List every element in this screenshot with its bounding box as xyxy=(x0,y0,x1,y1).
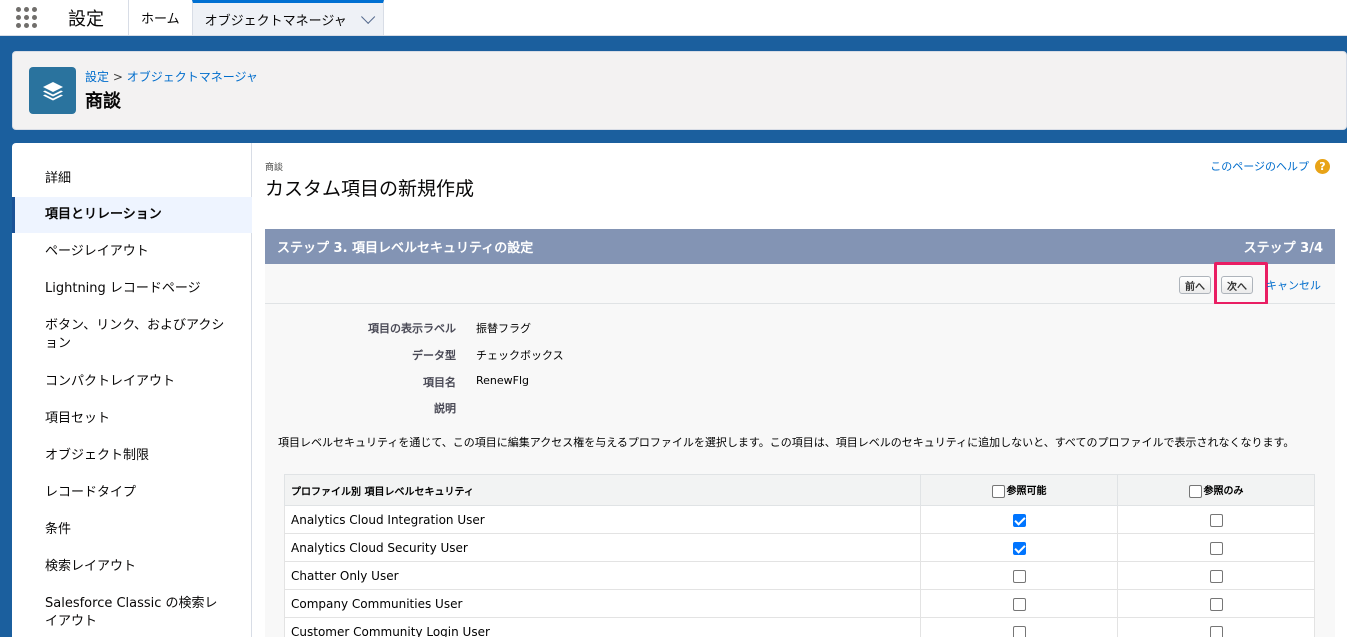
breadcrumb: 設定 > オブジェクトマネージャ xyxy=(85,68,258,85)
layers-icon xyxy=(29,67,76,114)
readonly-column-header: 参照のみ xyxy=(1117,474,1315,506)
object-sidebar: 詳細 項目とリレーション ページレイアウト Lightning レコードページ … xyxy=(12,143,252,637)
readonly-select-all-checkbox[interactable] xyxy=(1188,484,1202,498)
sidebar-item-record-types[interactable]: レコードタイプ xyxy=(12,484,252,502)
table-row: Customer Community Login User xyxy=(284,617,1315,637)
readonly-checkbox[interactable] xyxy=(1209,513,1223,527)
object-title: 商談 xyxy=(85,91,121,112)
help-link-label: このページのヘルプ xyxy=(1210,160,1309,173)
visible-checkbox[interactable] xyxy=(1012,625,1026,637)
sidebar-item-details[interactable]: 詳細 xyxy=(12,170,252,188)
table-row: Chatter Only User xyxy=(284,561,1315,590)
app-launcher-button[interactable] xyxy=(0,0,52,35)
readonly-checkbox[interactable] xyxy=(1209,597,1223,611)
help-icon: ? xyxy=(1315,158,1330,174)
breadcrumb-setup-link[interactable]: 設定 xyxy=(85,70,109,84)
app-launcher-icon xyxy=(15,7,37,28)
field-name-value: RenewFlg xyxy=(476,374,530,387)
sidebar-item-page-layouts[interactable]: ページレイアウト xyxy=(12,243,252,261)
app-name: 設定 xyxy=(68,8,104,30)
sidebar-item-search-layouts[interactable]: 検索レイアウト xyxy=(12,558,252,576)
previous-button[interactable]: 前へ xyxy=(1179,276,1211,294)
tab-home[interactable]: ホーム xyxy=(128,0,192,35)
field-level-security-table: プロファイル別 項目レベルセキュリティ 参照可能 参照のみ Analytics … xyxy=(284,474,1315,637)
sidebar-item-buttons-links-actions[interactable]: ボタン、リンク、およびアクション xyxy=(12,317,227,353)
field-name-label: 項目名 xyxy=(423,376,456,389)
main-panel: 詳細 項目とリレーション ページレイアウト Lightning レコードページ … xyxy=(12,143,1347,637)
visible-column-header: 参照可能 xyxy=(920,474,1118,506)
sidebar-item-fields-relationships[interactable]: 項目とリレーション xyxy=(12,197,252,233)
sidebar-item-classic-search-layouts[interactable]: Salesforce Classic の検索レイアウト xyxy=(12,595,227,631)
help-link[interactable]: このページのヘルプ ? xyxy=(1210,158,1330,174)
breadcrumb-separator: > xyxy=(109,70,127,84)
sidebar-item-lightning-record-pages[interactable]: Lightning レコードページ xyxy=(12,280,252,298)
object-header: 設定 > オブジェクトマネージャ 商談 xyxy=(12,51,1347,130)
field-label-value: 振替フラグ xyxy=(476,322,531,335)
visible-column-label: 参照可能 xyxy=(1006,486,1047,498)
tab-object-manager[interactable]: オブジェクトマネージャ xyxy=(191,0,384,35)
step-body: 項目の表示ラベル 振替フラグ データ型 チェックボックス 項目名 RenewFl… xyxy=(265,304,1335,637)
table-header-row: プロファイル別 項目レベルセキュリティ 参照可能 参照のみ xyxy=(284,474,1315,506)
readonly-checkbox[interactable] xyxy=(1209,541,1223,555)
profile-name: Company Communities User xyxy=(284,589,921,618)
object-label-small: 商談 xyxy=(265,163,284,173)
readonly-column-label: 参照のみ xyxy=(1203,486,1244,498)
visible-select-all-checkbox[interactable] xyxy=(991,484,1005,498)
visible-checkbox[interactable] xyxy=(1012,513,1026,527)
breadcrumb-object-manager-link[interactable]: オブジェクトマネージャ xyxy=(127,70,258,84)
visible-checkbox[interactable] xyxy=(1012,597,1026,611)
table-row: Company Communities User xyxy=(284,589,1315,618)
button-bar: 前へ 次へ キャンセル xyxy=(265,262,1335,305)
profile-column-header: プロファイル別 項目レベルセキュリティ xyxy=(284,474,921,506)
tab-object-manager-label: オブジェクトマネージャ xyxy=(204,13,347,29)
sidebar-item-field-sets[interactable]: 項目セット xyxy=(12,410,252,428)
data-type-label: データ型 xyxy=(412,349,456,362)
step-title: ステップ 3. 項目レベルセキュリティの設定 xyxy=(277,241,534,256)
description-label: 説明 xyxy=(434,402,456,415)
table-row: Analytics Cloud Integration User xyxy=(284,505,1315,534)
profile-name: Customer Community Login User xyxy=(284,617,921,637)
global-nav: 設定 ホーム オブジェクトマネージャ xyxy=(0,0,1347,36)
profile-name: Analytics Cloud Integration User xyxy=(284,505,921,534)
chevron-down-icon[interactable] xyxy=(360,9,375,24)
sidebar-item-compact-layouts[interactable]: コンパクトレイアウト xyxy=(12,373,252,391)
readonly-checkbox[interactable] xyxy=(1209,569,1223,583)
readonly-checkbox[interactable] xyxy=(1209,625,1223,637)
data-type-value: チェックボックス xyxy=(476,349,564,362)
sidebar-item-conditions[interactable]: 条件 xyxy=(12,521,252,539)
sidebar-item-object-limits[interactable]: オブジェクト制限 xyxy=(12,447,252,465)
field-label-label: 項目の表示ラベル xyxy=(368,322,456,335)
content-area: 商談 カスタム項目の新規作成 このページのヘルプ ? ステップ 3. 項目レベル… xyxy=(265,143,1347,637)
profile-name: Analytics Cloud Security User xyxy=(284,533,921,562)
step-count: ステップ 3/4 xyxy=(1243,241,1323,256)
visible-checkbox[interactable] xyxy=(1012,541,1026,555)
profile-name: Chatter Only User xyxy=(284,561,921,590)
page-title: カスタム項目の新規作成 xyxy=(265,178,475,200)
visible-checkbox[interactable] xyxy=(1012,569,1026,583)
instructions-text: 項目レベルセキュリティを通じて、この項目に編集アクセス権を与えるプロファイルを選… xyxy=(278,436,1295,449)
table-row: Analytics Cloud Security User xyxy=(284,533,1315,562)
highlight-box xyxy=(1214,262,1268,305)
cancel-link[interactable]: キャンセル xyxy=(1266,277,1321,293)
step-header: ステップ 3. 項目レベルセキュリティの設定 ステップ 3/4 xyxy=(265,229,1335,264)
